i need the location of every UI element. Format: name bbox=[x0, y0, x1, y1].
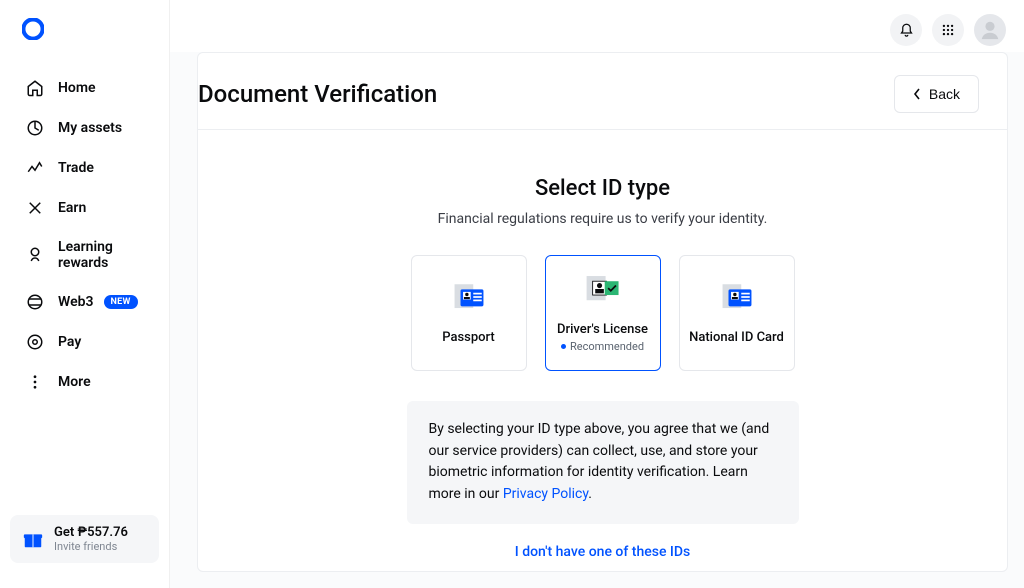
nav-label: Web3 bbox=[58, 294, 94, 310]
avatar-icon bbox=[979, 19, 1001, 41]
nav-label: More bbox=[58, 374, 91, 390]
nav-label: Earn bbox=[58, 200, 86, 216]
learning-icon bbox=[26, 246, 44, 264]
privacy-policy-link[interactable]: Privacy Policy bbox=[503, 486, 588, 502]
page-title: Document Verification bbox=[198, 80, 437, 108]
chevron-left-icon bbox=[913, 88, 921, 100]
trade-icon bbox=[26, 159, 44, 177]
nav-label: Pay bbox=[58, 334, 81, 350]
main: Document Verification Back Select ID typ… bbox=[170, 0, 1024, 588]
nav-label: Learning rewards bbox=[58, 239, 151, 271]
earn-icon bbox=[26, 199, 44, 217]
select-subtitle: Financial regulations require us to veri… bbox=[303, 211, 903, 227]
web3-icon bbox=[26, 293, 44, 311]
notice-text: By selecting your ID type above, you agr… bbox=[429, 421, 770, 502]
new-badge: NEW bbox=[104, 295, 138, 309]
id-option-national-id[interactable]: National ID Card bbox=[679, 255, 795, 371]
more-icon bbox=[26, 373, 44, 391]
national-id-icon bbox=[720, 282, 754, 316]
id-option-passport[interactable]: Passport bbox=[411, 255, 527, 371]
passport-icon bbox=[452, 282, 486, 316]
id-name: Driver's License bbox=[557, 322, 648, 337]
content-card: Document Verification Back Select ID typ… bbox=[197, 52, 1008, 572]
nav-learning[interactable]: Learning rewards bbox=[0, 228, 169, 282]
nav-trade[interactable]: Trade bbox=[0, 148, 169, 188]
id-name: National ID Card bbox=[689, 330, 784, 345]
nav-label: Trade bbox=[58, 160, 94, 176]
assets-icon bbox=[26, 119, 44, 137]
home-icon bbox=[26, 79, 44, 97]
nav-more[interactable]: More bbox=[0, 362, 169, 402]
consent-notice: By selecting your ID type above, you agr… bbox=[407, 401, 799, 524]
notifications-button[interactable] bbox=[890, 14, 922, 46]
grid-icon bbox=[941, 23, 955, 37]
nav-label: My assets bbox=[58, 120, 122, 136]
apps-button[interactable] bbox=[932, 14, 964, 46]
recommended-label: Recommended bbox=[561, 340, 644, 353]
bell-icon bbox=[899, 23, 914, 38]
topbar bbox=[170, 0, 1024, 52]
sidebar: Home My assets Trade Earn Learning rewar… bbox=[0, 0, 170, 588]
nav-label: Home bbox=[58, 80, 96, 96]
license-icon bbox=[584, 274, 622, 308]
no-id-link[interactable]: I don't have one of these IDs bbox=[303, 544, 903, 560]
gift-icon bbox=[22, 528, 44, 550]
nav-earn[interactable]: Earn bbox=[0, 188, 169, 228]
avatar-button[interactable] bbox=[974, 14, 1006, 46]
nav-pay[interactable]: Pay bbox=[0, 322, 169, 362]
invite-card[interactable]: Get ₱557.76 Invite friends bbox=[10, 515, 159, 563]
notice-after: . bbox=[588, 486, 592, 502]
id-name: Passport bbox=[442, 330, 495, 345]
invite-title: Get ₱557.76 bbox=[54, 525, 128, 540]
pay-icon bbox=[26, 333, 44, 351]
nav-assets[interactable]: My assets bbox=[0, 108, 169, 148]
select-heading: Select ID type bbox=[303, 176, 903, 201]
nav-web3[interactable]: Web3 NEW bbox=[0, 282, 169, 322]
logo[interactable] bbox=[0, 18, 169, 68]
back-button[interactable]: Back bbox=[894, 75, 979, 113]
invite-subtitle: Invite friends bbox=[54, 540, 128, 553]
nav-home[interactable]: Home bbox=[0, 68, 169, 108]
id-option-drivers-license[interactable]: Driver's License Recommended bbox=[545, 255, 661, 371]
back-label: Back bbox=[929, 86, 960, 102]
